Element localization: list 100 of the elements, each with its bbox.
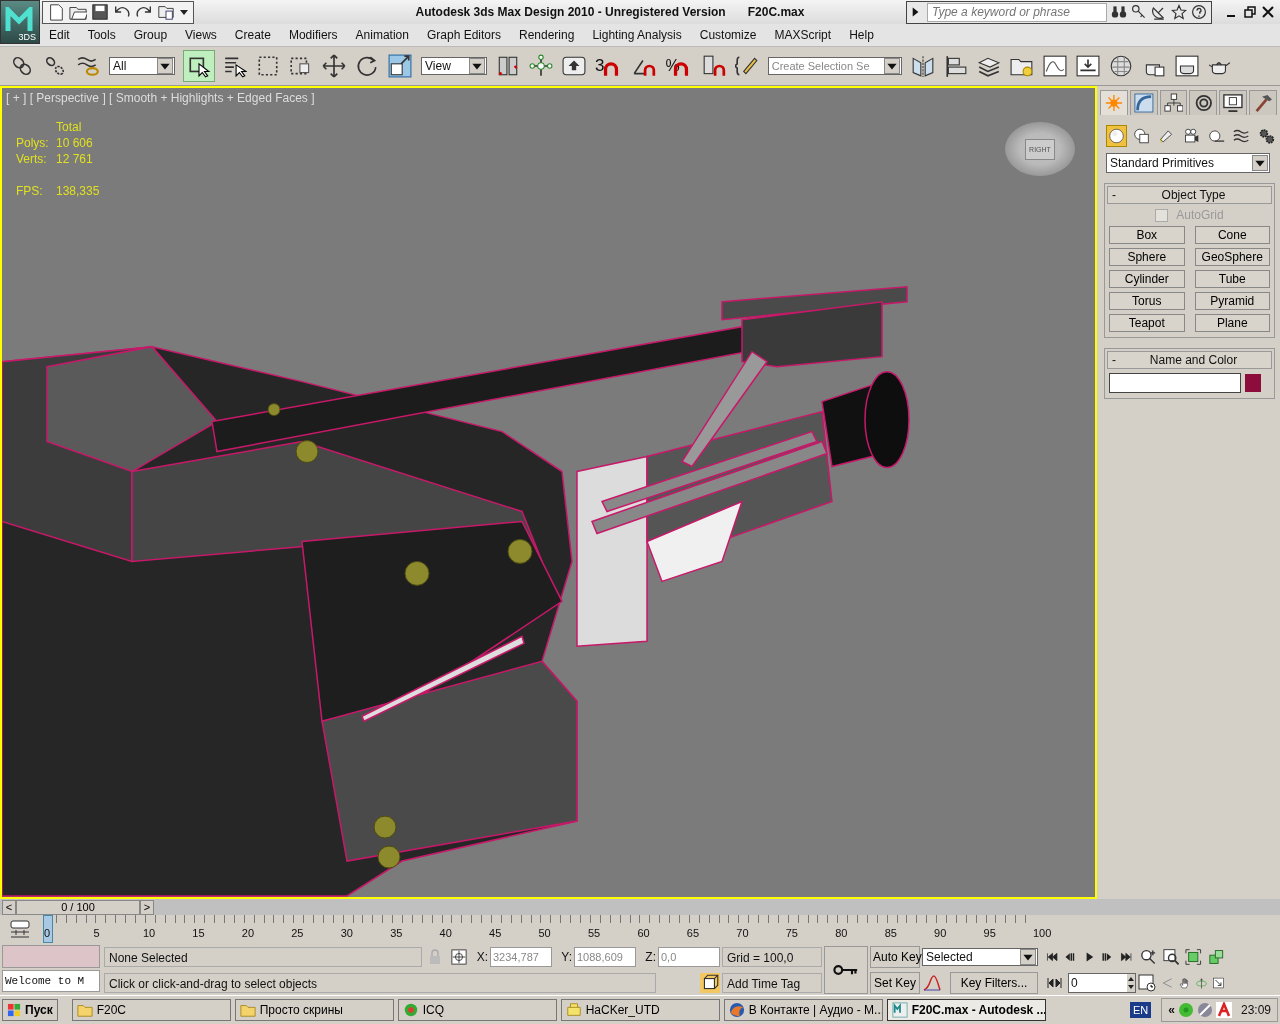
zoom-window-icon[interactable]: [1162, 947, 1179, 966]
time-configuration-icon[interactable]: [1138, 973, 1156, 992]
hierarchy-icon[interactable]: [1159, 90, 1188, 115]
restore-icon[interactable]: [1244, 6, 1256, 18]
help-icon[interactable]: [1191, 4, 1207, 20]
dashed-rectangle-icon[interactable]: [256, 54, 280, 78]
crosshair-box-icon[interactable]: [451, 948, 467, 965]
object-type-button[interactable]: Teapot: [1109, 314, 1185, 332]
new-file-icon[interactable]: [47, 3, 65, 21]
chain-link-icon[interactable]: [10, 54, 34, 78]
frame-number: 100: [1033, 927, 1052, 939]
menu-item[interactable]: Edit: [40, 28, 79, 42]
node-cross-icon[interactable]: [529, 54, 553, 78]
zoom-extents-icon[interactable]: [1185, 947, 1202, 966]
key-filters-button[interactable]: Key Filters...: [950, 971, 1038, 994]
rollout-header[interactable]: - Object Type: [1107, 186, 1272, 204]
primitive-type-dropdown[interactable]: Standard Primitives: [1106, 153, 1270, 173]
object-color-swatch[interactable]: [1245, 374, 1261, 392]
object-type-button[interactable]: Box: [1109, 226, 1185, 244]
menu-item[interactable]: Tools: [78, 28, 125, 42]
x-coordinate-field[interactable]: 3234,787: [490, 946, 552, 967]
mirror-icon[interactable]: [910, 54, 935, 78]
project-folder-icon[interactable]: [157, 3, 175, 21]
object-type-button[interactable]: Cone: [1194, 226, 1270, 244]
menu-item[interactable]: MAXScript: [765, 28, 841, 42]
taskbar-button[interactable]: F20C: [71, 999, 231, 1021]
cubes-icon[interactable]: [1207, 947, 1224, 966]
menu-item[interactable]: Animation: [346, 28, 418, 42]
hammer-icon[interactable]: [1249, 90, 1277, 115]
upload-key-icon[interactable]: [562, 54, 586, 78]
pencil-braces-icon[interactable]: [734, 54, 759, 78]
pivot-icon[interactable]: [496, 54, 520, 78]
star-icon[interactable]: [1171, 4, 1187, 20]
key-mode-dropdown[interactable]: Selected: [922, 947, 1038, 966]
object-type-button[interactable]: Pyramid: [1194, 292, 1270, 310]
close-icon[interactable]: [1262, 6, 1274, 18]
object-type-button[interactable]: Sphere: [1109, 248, 1185, 266]
listener-output-field[interactable]: [2, 945, 100, 968]
menu-item[interactable]: Group: [124, 28, 177, 42]
language-indicator[interactable]: EN: [1130, 1002, 1152, 1018]
taskbar-button[interactable]: HaCKer_UTD: [560, 999, 720, 1021]
curve-graph-icon[interactable]: [1042, 54, 1067, 78]
key-curve-icon[interactable]: [922, 973, 942, 992]
object-name-field[interactable]: [1109, 373, 1241, 393]
object-type-button[interactable]: GeoSphere: [1194, 248, 1270, 266]
key-icon[interactable]: [1131, 4, 1147, 20]
start-button[interactable]: Пуск: [2, 999, 58, 1021]
frame-cursor[interactable]: [43, 915, 53, 943]
move-arrows-icon[interactable]: [322, 54, 346, 78]
binoculars-icon[interactable]: [1111, 4, 1127, 20]
monitor-icon[interactable]: [1219, 90, 1248, 115]
broken-link-icon[interactable]: [43, 54, 67, 78]
y-coordinate-field[interactable]: 1088,609: [574, 946, 636, 967]
add-time-tag-field[interactable]: Add Time Tag: [722, 972, 822, 993]
select-object-button[interactable]: [184, 51, 214, 81]
auto-key-button[interactable]: Auto Key: [870, 945, 920, 968]
object-type-button[interactable]: Tube: [1194, 270, 1270, 288]
sphere-icon[interactable]: [1106, 125, 1127, 147]
time-slider-thumb[interactable]: 0 / 100: [16, 899, 140, 915]
target-rings-icon[interactable]: [1189, 90, 1218, 115]
menu-item[interactable]: Rendering: [510, 28, 584, 42]
teapot-window-icon[interactable]: [1174, 54, 1199, 78]
satellite-dish-icon[interactable]: [1151, 4, 1167, 20]
taskbar-button[interactable]: Просто скрины: [234, 999, 394, 1021]
menu-item[interactable]: Graph Editors: [417, 28, 510, 42]
scale-box-icon[interactable]: [388, 54, 412, 78]
magnet-spinner-icon[interactable]: [701, 54, 726, 78]
menu-item[interactable]: Views: [176, 28, 226, 42]
next-frame-button[interactable]: >: [140, 899, 154, 915]
tray-expand-button[interactable]: «: [1168, 1003, 1175, 1017]
object-type-button[interactable]: Cylinder: [1109, 270, 1185, 288]
zoom-plus-icon[interactable]: [1140, 947, 1157, 966]
current-frame-spinner[interactable]: 0: [1068, 972, 1136, 993]
object-type-button[interactable]: Torus: [1109, 292, 1185, 310]
taskbar-button[interactable]: ICQ: [397, 999, 557, 1021]
cube-tag-icon[interactable]: [700, 972, 720, 993]
download-panel-icon[interactable]: [1075, 54, 1100, 78]
selection-filter-dropdown[interactable]: All: [109, 57, 175, 75]
checker-sphere-icon[interactable]: [1108, 54, 1133, 78]
set-key-mode-button[interactable]: [824, 945, 868, 994]
rotate-icon[interactable]: [355, 54, 379, 78]
listener-input-field[interactable]: Welcome to M: [2, 970, 100, 992]
application-button[interactable]: 3DS: [0, 0, 40, 44]
object-type-button[interactable]: Plane: [1194, 314, 1270, 332]
named-selection-dropdown[interactable]: Create Selection Se: [767, 57, 902, 75]
wave-link-icon[interactable]: [76, 54, 100, 78]
set-key-button[interactable]: Set Key: [870, 971, 920, 994]
menu-item[interactable]: Create: [225, 28, 280, 42]
menu-item[interactable]: Modifiers: [279, 28, 347, 42]
z-coordinate-field[interactable]: 0,0: [658, 946, 720, 967]
curve-icon[interactable]: [1129, 90, 1158, 115]
menu-item[interactable]: Help: [840, 28, 883, 42]
menu-item[interactable]: Lighting Analysis: [583, 28, 691, 42]
align-icon[interactable]: [943, 54, 968, 78]
curve-editor-toggle-icon[interactable]: [8, 919, 32, 939]
rollout-header[interactable]: - Name and Color: [1107, 351, 1272, 369]
previous-frame-button[interactable]: <: [2, 899, 16, 915]
menu-item[interactable]: Customize: [690, 28, 766, 42]
search-field[interactable]: Type a keyword or phrase: [927, 2, 1107, 22]
reference-coordinate-dropdown[interactable]: View: [421, 57, 487, 75]
